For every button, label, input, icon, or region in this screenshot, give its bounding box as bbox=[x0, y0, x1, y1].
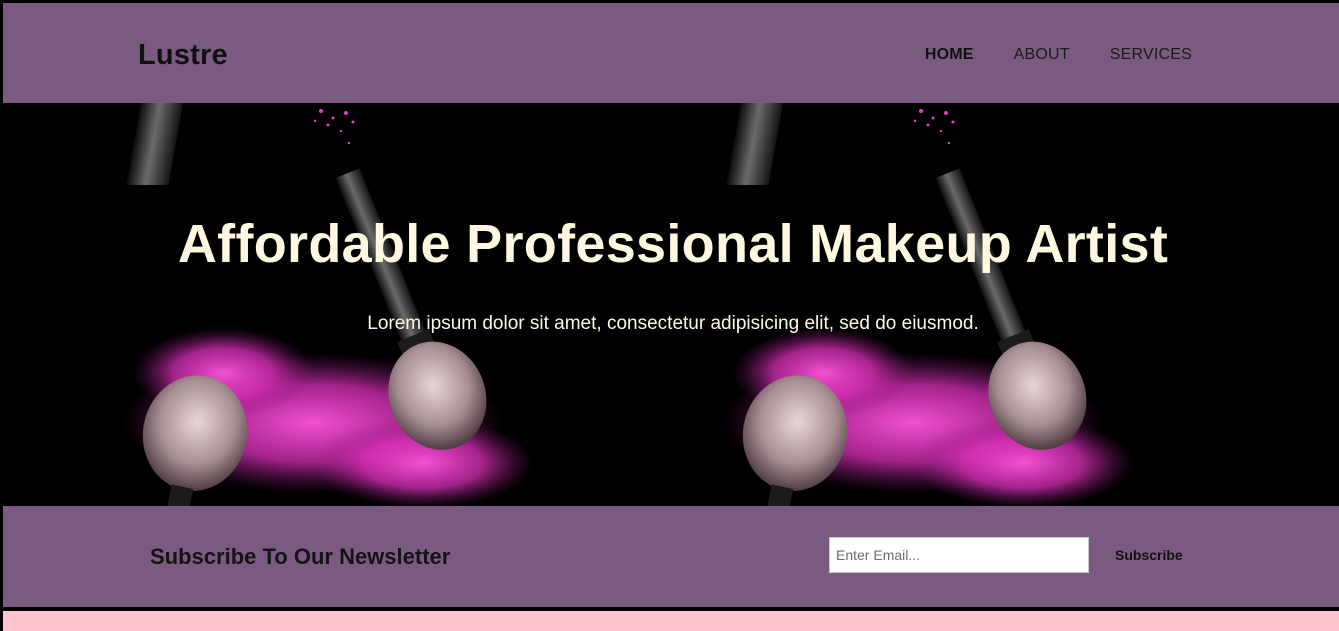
site-header: Lustre HOME ABOUT SERVICES bbox=[3, 3, 1339, 103]
main-nav: HOME ABOUT SERVICES bbox=[925, 46, 1192, 64]
page: Lustre HOME ABOUT SERVICES Affordable Pr… bbox=[0, 0, 1339, 631]
nav-about-link[interactable]: ABOUT bbox=[1014, 46, 1070, 64]
newsletter-section: Subscribe To Our Newsletter Subscribe bbox=[3, 506, 1339, 607]
newsletter-title: Subscribe To Our Newsletter bbox=[150, 544, 451, 569]
hero-banner: Affordable Professional Makeup Artist Lo… bbox=[3, 103, 1339, 506]
hero-subtitle: Lorem ipsum dolor sit amet, consectetur … bbox=[367, 313, 979, 334]
footer-strip bbox=[3, 611, 1339, 631]
site-logo[interactable]: Lustre bbox=[138, 39, 228, 72]
makeup-brushes-background-image bbox=[123, 103, 1133, 506]
hero-title: Affordable Professional Makeup Artist bbox=[177, 214, 1169, 274]
subscribe-button[interactable]: Subscribe bbox=[1103, 537, 1195, 573]
email-field[interactable] bbox=[829, 537, 1089, 573]
nav-home-link[interactable]: HOME bbox=[925, 46, 974, 64]
nav-services-link[interactable]: SERVICES bbox=[1110, 46, 1192, 64]
